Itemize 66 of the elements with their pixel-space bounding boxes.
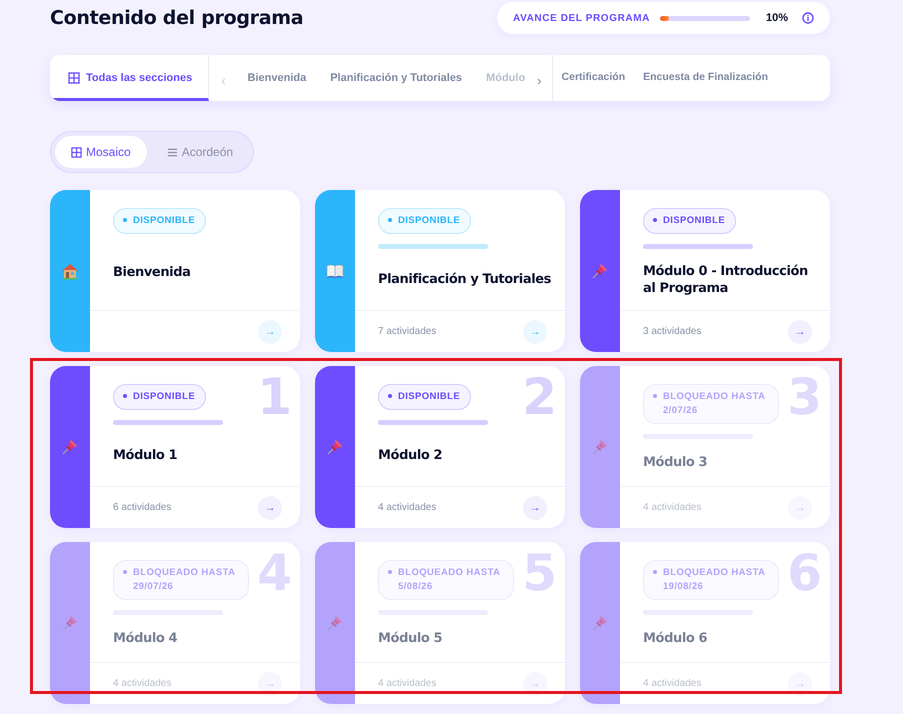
open-button[interactable]: → <box>523 496 547 520</box>
page-title: Contenido del programa <box>50 7 304 29</box>
card-title: Planificación y Tutoriales <box>378 271 552 288</box>
status-badge: DISPONIBLE <box>378 384 472 410</box>
scroll-right-button[interactable]: › <box>527 55 553 101</box>
section-card[interactable]: DISPONIBLE Bienvenida → <box>50 190 300 352</box>
status-badge: BLOQUEADO HASTA 2/07/26 <box>643 384 779 424</box>
section-tab[interactable]: Todas las secciones <box>50 55 210 101</box>
pushpin-icon <box>590 613 610 633</box>
view-option[interactable]: Acordeón <box>150 136 250 168</box>
card-title: Módulo 5 <box>378 630 442 647</box>
status-dot <box>123 394 127 398</box>
grid-icon <box>71 146 82 158</box>
activity-count: 7 actividades <box>378 326 436 337</box>
status-dot <box>653 218 657 222</box>
activity-count: 4 actividades <box>378 502 436 513</box>
section-tab[interactable]: Bienvenida <box>236 55 318 101</box>
section-tab[interactable]: Encuesta de Finalización <box>634 55 777 101</box>
grid-icon <box>68 72 80 84</box>
progress-label: AVANCE DEL PROGRAMA <box>513 12 650 24</box>
activity-count: 4 actividades <box>643 502 702 513</box>
pushpin-icon <box>60 613 80 633</box>
info-icon[interactable] <box>802 12 814 24</box>
status-badge: DISPONIBLE <box>643 208 736 234</box>
activity-count: 3 actividades <box>643 326 702 337</box>
status-badge: BLOQUEADO HASTA 19/08/26 <box>643 560 779 600</box>
pushpin-icon <box>590 261 610 281</box>
open-button[interactable]: → <box>258 320 282 344</box>
card-title: Bienvenida <box>113 264 191 280</box>
card-title: Módulo 4 <box>113 630 178 647</box>
status-dot <box>123 570 127 574</box>
card-title: Módulo 6 <box>643 630 708 647</box>
section-card[interactable]: DISPONIBLE Planificación y Tutoriales 7 actividades → <box>315 190 565 352</box>
status-dot <box>388 218 392 222</box>
card-title: Módulo 2 <box>378 447 442 464</box>
status-badge: DISPONIBLE <box>113 384 206 410</box>
activity-count: 4 actividades <box>113 678 172 689</box>
status-badge: DISPONIBLE <box>113 208 206 234</box>
status-dot <box>388 394 392 398</box>
open-button[interactable]: → <box>788 320 812 344</box>
status-badge: DISPONIBLE <box>378 208 472 234</box>
status-dot <box>123 218 127 222</box>
pushpin-icon <box>590 437 610 457</box>
section-tab[interactable]: Planificación y Tutoriales <box>318 55 474 101</box>
status-dot <box>388 570 392 574</box>
activity-count: 6 actividades <box>113 502 172 513</box>
status-dot <box>653 394 657 398</box>
activity-count: 4 actividades <box>378 678 436 689</box>
card-title: Módulo 0 - Introducción al Programa <box>643 262 809 296</box>
activity-count: 4 actividades <box>643 678 702 689</box>
section-tab[interactable]: Certificación <box>552 55 634 101</box>
status-badge: BLOQUEADO HASTA 29/07/26 <box>113 560 249 600</box>
status-dot <box>653 570 657 574</box>
view-option[interactable]: Mosaico <box>55 136 147 168</box>
card-title: Módulo 3 <box>643 454 708 471</box>
card-title: Módulo 1 <box>113 447 178 464</box>
house-icon <box>60 261 80 281</box>
section-card[interactable]: DISPONIBLE Módulo 0 - Introducción al Programa 3 actividades → <box>580 190 830 352</box>
open-button[interactable]: → <box>258 496 282 520</box>
status-badge: BLOQUEADO HASTA 5/08/26 <box>378 560 514 600</box>
pushpin-icon <box>325 613 345 633</box>
progress-reading: 10% <box>766 12 788 24</box>
list-icon <box>166 146 178 158</box>
pushpin-icon <box>60 437 80 457</box>
pushpin-icon <box>325 437 345 457</box>
open-button[interactable]: → <box>523 320 547 344</box>
